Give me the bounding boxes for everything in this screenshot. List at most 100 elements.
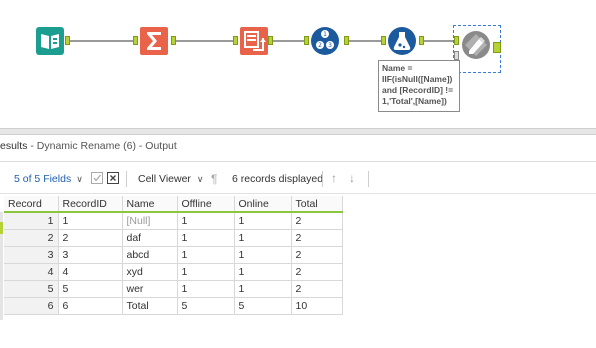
cell-total[interactable]: 10 (291, 297, 343, 315)
column-header-recordid[interactable]: RecordID (58, 196, 123, 213)
cell-name[interactable]: daf (122, 229, 178, 247)
formula-tool[interactable] (387, 26, 417, 56)
record-id-tool[interactable]: 1 2 3 (310, 26, 340, 56)
union-icon (240, 27, 268, 55)
separator (368, 171, 369, 187)
divider (0, 193, 596, 194)
summarize-tool[interactable] (139, 26, 169, 56)
connection-5 (420, 40, 455, 42)
input-anchor[interactable] (233, 36, 238, 45)
record-number: 3 (4, 246, 59, 264)
cell-name[interactable]: abcd (122, 246, 178, 264)
input-anchor[interactable] (381, 36, 386, 45)
output-anchor[interactable] (419, 36, 424, 45)
formula-annotation: Name = IIF(isNull([Name]) and [RecordID]… (378, 60, 460, 112)
cell-online[interactable]: 1 (234, 263, 292, 281)
record-number: 2 (4, 229, 59, 247)
arrow-up-icon[interactable]: ↑ (331, 169, 337, 187)
summarize-icon (140, 27, 168, 55)
output-anchor[interactable] (171, 36, 176, 45)
output-anchor[interactable] (344, 36, 349, 45)
cell-recordid[interactable]: 2 (58, 229, 123, 247)
cell-total[interactable]: 2 (291, 229, 343, 247)
chevron-down-icon: ∨ (76, 174, 83, 184)
cell-total[interactable]: 2 (291, 211, 343, 230)
table-row[interactable]: 4 4 xyd 1 1 2 (4, 263, 343, 281)
output-anchor[interactable] (65, 36, 70, 45)
fields-dropdown[interactable]: 5 of 5 Fields ∨ (14, 170, 83, 188)
cell-recordid[interactable]: 1 (58, 211, 123, 230)
record-id-icon: 1 2 3 (311, 27, 339, 55)
cell-offline[interactable]: 1 (177, 263, 235, 281)
cell-recordid[interactable]: 5 (58, 280, 123, 298)
results-grid[interactable]: Record RecordID Name Offline Online Tota… (4, 196, 343, 315)
cell-viewer-label: Cell Viewer (138, 173, 191, 185)
table-row[interactable]: 1 1 [Null] 1 1 2 (4, 211, 343, 230)
dynamic-rename-tool[interactable] (461, 30, 491, 60)
column-header-online[interactable]: Online (234, 196, 292, 213)
right-input-anchor[interactable] (454, 51, 459, 60)
svg-text:1: 1 (323, 31, 327, 38)
input-anchor[interactable] (133, 36, 138, 45)
connection-4 (348, 40, 384, 42)
input-data-tool[interactable] (35, 26, 65, 56)
cell-name[interactable]: Total (122, 297, 178, 315)
results-toolbar: 5 of 5 Fields ∨ Cell Viewer ∨ ¶ 6 records … (0, 168, 596, 190)
left-input-anchor[interactable] (454, 36, 459, 45)
cell-online[interactable]: 1 (234, 229, 292, 247)
column-header-name[interactable]: Name (122, 196, 178, 213)
svg-text:3: 3 (328, 42, 332, 49)
cell-recordid[interactable]: 3 (58, 246, 123, 264)
connection-3 (270, 40, 305, 42)
separator (322, 171, 323, 187)
pane-splitter[interactable] (0, 128, 596, 135)
cell-offline[interactable]: 1 (177, 246, 235, 264)
column-header-total[interactable]: Total (291, 196, 343, 213)
column-header-record[interactable]: Record (4, 196, 59, 213)
fields-dropdown-label: 5 of 5 Fields (14, 173, 72, 185)
cell-name[interactable]: [Null] (122, 211, 178, 230)
workflow-canvas[interactable]: 1 2 3 Name = IIF(isNull([Name]) and [Rec… (0, 0, 596, 128)
arrow-down-icon[interactable]: ↓ (349, 169, 355, 187)
output-anchor[interactable] (493, 42, 501, 53)
formula-icon (388, 27, 416, 55)
cell-online[interactable]: 1 (234, 246, 292, 264)
cell-name[interactable]: wer (122, 280, 178, 298)
deselect-icon[interactable] (106, 171, 120, 185)
input-anchor[interactable] (304, 36, 309, 45)
cell-offline[interactable]: 1 (177, 211, 235, 230)
cell-recordid[interactable]: 4 (58, 263, 123, 281)
record-number: 4 (4, 263, 59, 281)
table-row[interactable]: 5 5 wer 1 1 2 (4, 280, 343, 298)
separator (126, 171, 127, 187)
record-number: 6 (4, 297, 59, 315)
checkbox-icon[interactable] (90, 171, 104, 185)
cell-total[interactable]: 2 (291, 246, 343, 264)
dynamic-rename-icon (462, 31, 490, 59)
cell-offline[interactable]: 1 (177, 229, 235, 247)
output-anchor[interactable] (268, 36, 273, 45)
cell-online[interactable]: 5 (234, 297, 292, 315)
cell-online[interactable]: 1 (234, 211, 292, 230)
cell-total[interactable]: 2 (291, 280, 343, 298)
record-number: 1 (4, 211, 59, 230)
cell-offline[interactable]: 1 (177, 280, 235, 298)
cell-online[interactable]: 1 (234, 280, 292, 298)
svg-text:2: 2 (318, 42, 322, 49)
results-title-prefix: esults (0, 140, 28, 152)
table-row[interactable]: 3 3 abcd 1 1 2 (4, 246, 343, 264)
table-row[interactable]: 6 6 Total 5 5 10 (4, 297, 343, 315)
results-title-suffix: - Dynamic Rename (6) - Output (27, 140, 177, 152)
cell-name[interactable]: xyd (122, 263, 178, 281)
record-number: 5 (4, 280, 59, 298)
cell-offline[interactable]: 5 (177, 297, 235, 315)
records-displayed: 6 records displayed (232, 173, 324, 185)
union-tool[interactable] (239, 26, 269, 56)
divider (0, 161, 596, 162)
table-row[interactable]: 2 2 daf 1 1 2 (4, 229, 343, 247)
cell-viewer-dropdown[interactable]: Cell Viewer ∨ (138, 170, 204, 188)
cell-total[interactable]: 2 (291, 263, 343, 281)
column-header-offline[interactable]: Offline (177, 196, 235, 213)
cell-recordid[interactable]: 6 (58, 297, 123, 315)
pilcrow-icon[interactable]: ¶ (211, 170, 217, 188)
